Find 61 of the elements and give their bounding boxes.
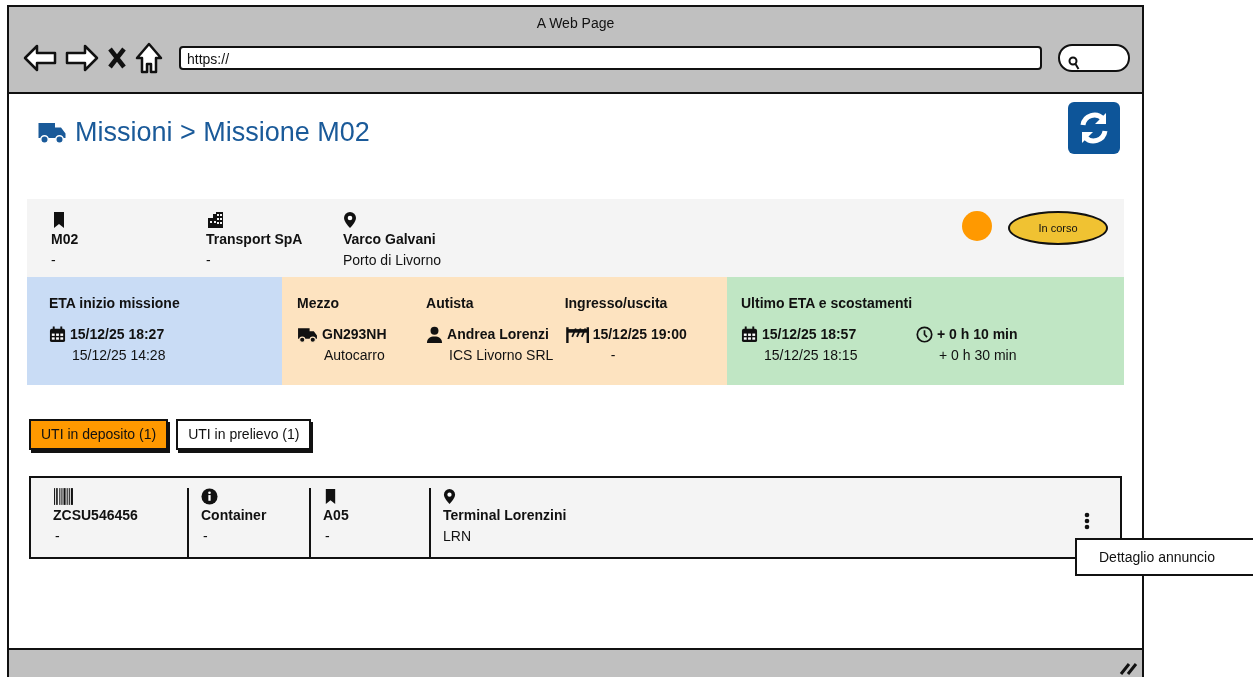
- field-subvalue: -: [324, 527, 331, 546]
- barcode-icon: [53, 488, 74, 505]
- panel-title: Ingresso/uscita: [564, 294, 669, 313]
- field-value: Container: [201, 506, 268, 525]
- info-icon: [201, 488, 218, 505]
- location-pin-icon: [443, 488, 456, 505]
- field-value: Terminal Lorenzini: [443, 506, 568, 525]
- field-value: M02: [51, 230, 80, 249]
- refresh-button[interactable]: [1068, 102, 1120, 154]
- panel-title: Ultimo ETA e scostamenti: [741, 294, 914, 313]
- truck-icon: [37, 120, 67, 145]
- barrier-icon: [564, 326, 589, 343]
- field-subvalue: -: [202, 527, 209, 546]
- field-subvalue: -: [51, 251, 57, 270]
- resize-grip-icon[interactable]: [1118, 661, 1138, 675]
- field-subvalue: Porto di Livorno: [343, 251, 443, 270]
- field-value: 15/12/25 19:00: [592, 325, 687, 344]
- field-subvalue: + 0 h 30 min: [938, 346, 1018, 365]
- field-subvalue: -: [609, 346, 617, 365]
- person-icon: [426, 326, 444, 343]
- field-value: Varco Galvani: [343, 230, 437, 249]
- building-icon: [206, 211, 224, 229]
- bookmark-icon: [323, 488, 338, 505]
- window-title: A Web Page: [535, 14, 616, 33]
- back-icon[interactable]: [23, 44, 57, 72]
- search-field[interactable]: [1058, 44, 1130, 72]
- calendar-icon: [49, 326, 66, 343]
- field-value: 15/12/25 18:57: [762, 325, 858, 344]
- home-icon[interactable]: [135, 42, 163, 74]
- more-options-icon[interactable]: [1084, 511, 1090, 530]
- field-value: A05: [323, 506, 350, 525]
- field-subvalue: ICS Livorno SRL: [448, 346, 554, 365]
- bookmark-icon: [51, 211, 67, 229]
- field-subvalue: 15/12/25 14:28: [71, 346, 166, 365]
- field-value: Andrea Lorenzi: [447, 325, 550, 344]
- tab[interactable]: UTI in deposito (1): [29, 419, 169, 450]
- panel-title: Autista: [426, 294, 475, 313]
- field-subvalue: -: [54, 527, 61, 546]
- field-subvalue: -: [206, 251, 212, 270]
- address-bar[interactable]: https://: [179, 46, 1042, 70]
- tab[interactable]: UTI in prelievo (1): [176, 419, 312, 450]
- search-icon: [1068, 55, 1080, 70]
- panel-title: ETA inizio missione: [49, 294, 181, 313]
- location-pin-icon: [343, 211, 357, 229]
- field-subvalue: 15/12/25 18:15: [763, 346, 858, 365]
- calendar-icon: [741, 326, 758, 343]
- field-value: Transport SpA: [206, 230, 304, 249]
- field-value: 15/12/25 18:27: [70, 325, 166, 344]
- forward-icon[interactable]: [65, 44, 99, 72]
- clock-icon: [916, 326, 933, 343]
- page-title: Missioni > Missione M02: [75, 116, 370, 149]
- field-subvalue: Autocarro: [323, 346, 386, 365]
- menu-item[interactable]: Dettaglio annuncio: [1075, 538, 1253, 576]
- close-icon[interactable]: [107, 47, 127, 69]
- field-value: + 0 h 10 min: [937, 325, 1018, 344]
- field-value: GN293NH: [322, 325, 387, 344]
- truck-icon: [297, 326, 318, 343]
- panel-title: Mezzo: [297, 294, 340, 313]
- field-value: ZCSU546456: [53, 506, 139, 525]
- status-badge: In corso: [1008, 211, 1108, 245]
- field-subvalue: LRN: [443, 527, 472, 546]
